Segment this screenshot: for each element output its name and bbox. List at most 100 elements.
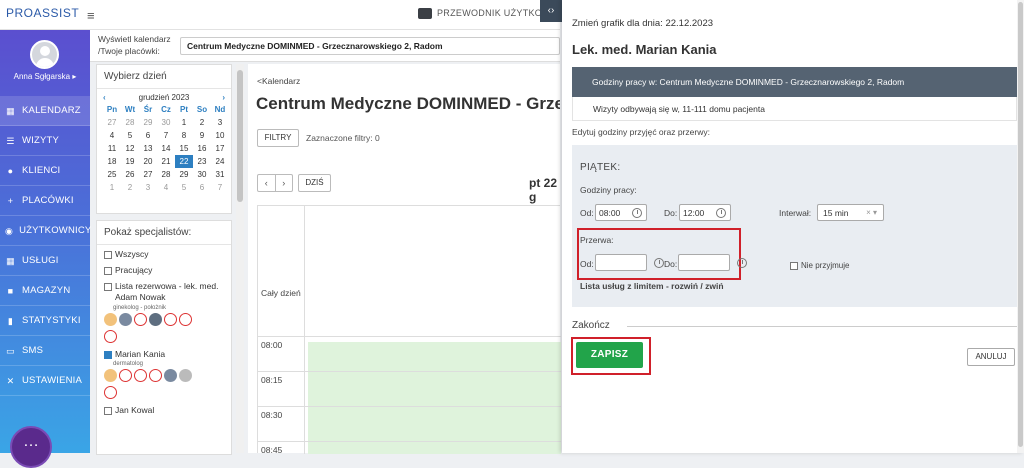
work-from-input[interactable]: 08:00 xyxy=(595,204,647,221)
checkbox[interactable] xyxy=(104,406,112,415)
calendar-day[interactable]: 22 xyxy=(175,155,193,168)
clock-icon[interactable] xyxy=(737,258,747,268)
nav-item-sms[interactable]: ▭ SMS xyxy=(0,336,90,366)
prev-month-button[interactable]: ‹ xyxy=(103,93,106,102)
calendar-day[interactable]: 3 xyxy=(211,116,229,129)
calendar-day[interactable]: 5 xyxy=(121,129,139,142)
calendar-day[interactable]: 6 xyxy=(139,129,157,142)
clinic-select[interactable]: Centrum Medyczne DOMINMED - Grzecznarows… xyxy=(180,37,560,55)
break-to-input[interactable] xyxy=(678,254,747,271)
doctor-icon[interactable] xyxy=(119,313,132,326)
calendar-day[interactable]: 10 xyxy=(211,129,229,142)
calendar-day[interactable]: 7 xyxy=(157,129,175,142)
scrollbar-thumb[interactable] xyxy=(237,70,243,202)
calendar-day[interactable]: 21 xyxy=(157,155,175,168)
time-slot[interactable]: 08:00 xyxy=(258,336,561,359)
calendar-day[interactable]: 2 xyxy=(193,116,211,129)
chat-bubble-button[interactable] xyxy=(10,426,52,468)
time-slot[interactable]: 08:15 xyxy=(258,371,561,394)
device-icon[interactable] xyxy=(164,369,177,382)
calendar-day[interactable]: 1 xyxy=(103,181,121,194)
calendar-day[interactable]: 4 xyxy=(103,129,121,142)
work-to-input[interactable]: 12:00 xyxy=(679,204,731,221)
calendar-day[interactable]: 23 xyxy=(193,155,211,168)
proassist-logo[interactable]: PROASSIST xyxy=(6,6,79,20)
checkbox[interactable] xyxy=(104,250,112,259)
not-accepting-checkbox[interactable]: Nie przyjmuje xyxy=(790,261,849,270)
calendar-day[interactable]: 31 xyxy=(211,168,229,181)
nav-item-uzytkownicy[interactable]: ◉ UŻYTKOWNICY xyxy=(0,216,91,246)
calendar-day[interactable]: 3 xyxy=(139,181,157,194)
clock-icon[interactable] xyxy=(654,258,664,268)
limited-services-toggle[interactable]: Lista usług z limitem - rozwiń / zwiń xyxy=(580,281,724,291)
today-button[interactable]: DZIŚ xyxy=(298,174,331,192)
no-device-icon[interactable] xyxy=(164,313,177,326)
specialist-item[interactable]: Jan Kowal xyxy=(97,399,231,417)
calendar-day[interactable]: 28 xyxy=(157,168,175,181)
specialist-item[interactable]: Wszyscy xyxy=(97,245,231,261)
username[interactable]: Anna Sgłgarska ▸ xyxy=(0,72,90,81)
user-guide-link[interactable]: PRZEWODNIK UŻYTKOW xyxy=(418,8,551,20)
no-ambulance-icon[interactable] xyxy=(134,369,147,382)
calendar-day[interactable]: 8 xyxy=(175,129,193,142)
calendar-day[interactable]: 25 xyxy=(103,168,121,181)
calendar-day[interactable]: 18 xyxy=(103,155,121,168)
calendar-day[interactable]: 28 xyxy=(121,116,139,129)
nav-item-placowki[interactable]: + PLACÓWKI xyxy=(0,186,90,216)
specialist-item[interactable]: Lista rezerwowa - lek. med. Adam Nowak xyxy=(97,277,231,305)
calendar-day[interactable]: 29 xyxy=(139,116,157,129)
checkbox[interactable] xyxy=(790,261,798,270)
nav-item-kalendarz[interactable]: ▦ KALENDARZ xyxy=(0,96,90,126)
clock-icon[interactable] xyxy=(716,208,726,218)
nav-item-magazyn[interactable]: ■ MAGAZYN xyxy=(0,276,90,306)
breadcrumb[interactable]: <Kalendarz xyxy=(257,76,300,86)
calendar-day[interactable]: 1 xyxy=(175,116,193,129)
save-button[interactable]: ZAPISZ xyxy=(576,342,643,368)
left-panel-scrollbar[interactable] xyxy=(236,64,244,453)
no-doctor-icon[interactable] xyxy=(119,369,132,382)
prev-period-button[interactable]: ‹ xyxy=(258,175,276,191)
calendar-day[interactable]: 6 xyxy=(193,181,211,194)
specialist-item[interactable]: Pracujący xyxy=(97,261,231,277)
panel-scrollbar[interactable] xyxy=(1017,0,1024,453)
nav-item-wizyty[interactable]: ☰ WIZYTY xyxy=(0,126,90,156)
calendar-day[interactable]: 27 xyxy=(139,168,157,181)
clear-dropdown-icon[interactable]: × ▾ xyxy=(866,208,877,217)
next-period-button[interactable]: › xyxy=(276,175,293,191)
calendar-day[interactable]: 7 xyxy=(211,181,229,194)
no-entry-icon[interactable] xyxy=(104,386,117,399)
calendar-day[interactable]: 30 xyxy=(193,168,211,181)
hamburger-icon[interactable]: ≡ xyxy=(87,8,95,23)
no-syringe-icon[interactable] xyxy=(179,313,192,326)
calendar-day[interactable]: 13 xyxy=(139,142,157,155)
checkbox-checked[interactable] xyxy=(104,350,112,359)
next-month-button[interactable]: › xyxy=(222,93,225,102)
doctor-icon[interactable] xyxy=(149,313,162,326)
time-slot[interactable]: 08:30 xyxy=(258,406,561,429)
calendar-day[interactable]: 11 xyxy=(103,142,121,155)
calendar-day[interactable]: 14 xyxy=(157,142,175,155)
nav-item-statystyki[interactable]: ▮ STATYSTYKI xyxy=(0,306,90,336)
interval-select[interactable]: 15 min × ▾ xyxy=(817,204,884,221)
calendar-day[interactable]: 19 xyxy=(121,155,139,168)
ambulance-icon[interactable] xyxy=(134,313,147,326)
no-entry-icon[interactable] xyxy=(104,330,117,343)
calendar-day[interactable]: 26 xyxy=(121,168,139,181)
calendar-day[interactable]: 16 xyxy=(193,142,211,155)
calendar-day[interactable]: 17 xyxy=(211,142,229,155)
clock-icon[interactable] xyxy=(632,208,642,218)
babies-icon[interactable] xyxy=(104,369,117,382)
calendar-day[interactable]: 20 xyxy=(139,155,157,168)
cancel-button[interactable]: ANULUJ xyxy=(967,348,1015,366)
checkbox[interactable] xyxy=(104,283,112,291)
calendar-day[interactable]: 12 xyxy=(121,142,139,155)
filters-button[interactable]: FILTRY xyxy=(257,129,299,147)
no-doctor-icon[interactable] xyxy=(149,369,162,382)
calendar-day[interactable]: 9 xyxy=(193,129,211,142)
calendar-day[interactable]: 4 xyxy=(157,181,175,194)
calendar-day[interactable]: 15 xyxy=(175,142,193,155)
calendar-day[interactable]: 24 xyxy=(211,155,229,168)
calendar-day[interactable]: 30 xyxy=(157,116,175,129)
calendar-day[interactable]: 27 xyxy=(103,116,121,129)
specialist-item[interactable]: Marian Kania xyxy=(97,343,231,361)
